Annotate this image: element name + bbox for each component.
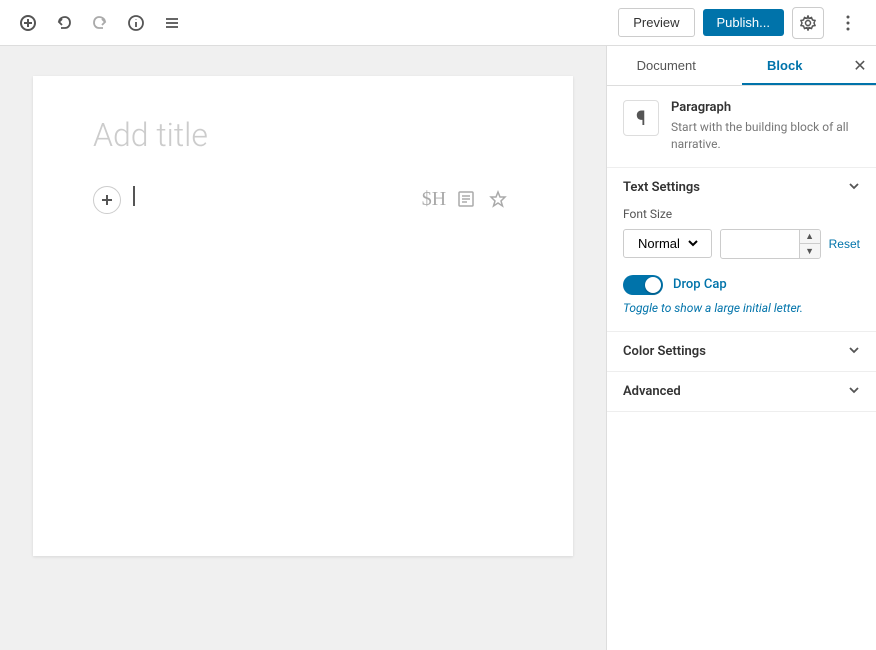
sidebar-panel: Document Block ✕ ¶ Paragraph Start with …	[606, 46, 876, 650]
color-settings-section: Color Settings	[607, 332, 876, 372]
list-view-button[interactable]	[156, 7, 188, 39]
text-settings-content: Font Size Normal Small Medium Large Larg…	[607, 207, 876, 331]
star-format-button[interactable]	[483, 184, 513, 214]
spinner-up-button[interactable]: ▲	[800, 230, 820, 244]
editor-area[interactable]: Add title $H	[0, 46, 606, 650]
text-settings-header[interactable]: Text Settings	[607, 168, 876, 207]
add-block-toolbar-button[interactable]	[12, 7, 44, 39]
advanced-title: Advanced	[623, 384, 681, 399]
font-size-row: Normal Small Medium Large Larger ▲ ▼	[623, 229, 860, 259]
tab-document[interactable]: Document	[607, 46, 726, 85]
preview-button[interactable]: Preview	[618, 8, 694, 37]
block-type-description: Start with the building block of all nar…	[671, 119, 860, 153]
color-settings-title: Color Settings	[623, 344, 706, 359]
toolbar-right-group: Preview Publish...	[618, 7, 864, 39]
editor-page[interactable]: Add title $H	[33, 76, 573, 556]
undo-button[interactable]	[48, 7, 80, 39]
more-format-button[interactable]	[451, 184, 481, 214]
text-settings-chevron-icon	[848, 180, 860, 195]
block-type-name: Paragraph	[671, 100, 860, 115]
font-size-select-wrapper[interactable]: Normal Small Medium Large Larger	[623, 229, 712, 258]
publish-button[interactable]: Publish...	[703, 9, 784, 36]
font-size-reset-button[interactable]: Reset	[829, 232, 860, 256]
drop-cap-toggle[interactable]	[623, 275, 663, 295]
drop-cap-row: Drop Cap	[623, 275, 860, 295]
redo-button[interactable]	[84, 7, 116, 39]
block-type-icon: ¶	[623, 100, 659, 136]
text-settings-section: Text Settings Font Size Normal Small Med…	[607, 168, 876, 332]
more-options-button[interactable]	[832, 7, 864, 39]
drop-cap-description: Toggle to show a large initial letter.	[623, 301, 860, 315]
tab-indicator	[742, 83, 876, 85]
advanced-section: Advanced	[607, 372, 876, 412]
advanced-header[interactable]: Advanced	[607, 372, 876, 411]
sidebar-tabs: Document Block ✕	[607, 46, 876, 86]
spinner-down-button[interactable]: ▼	[800, 244, 820, 258]
text-cursor	[133, 186, 135, 206]
format-toolbar: $H	[419, 184, 513, 214]
sidebar-close-button[interactable]: ✕	[844, 50, 876, 82]
text-settings-title: Text Settings	[623, 180, 700, 195]
font-size-select[interactable]: Normal Small Medium Large Larger	[634, 235, 701, 252]
editor-content: $H	[93, 184, 513, 224]
drop-cap-label: Drop Cap	[673, 277, 727, 292]
block-info-section: ¶ Paragraph Start with the building bloc…	[607, 86, 876, 168]
block-info-text: Paragraph Start with the building block …	[671, 100, 860, 153]
font-size-number-input-wrapper: ▲ ▼	[720, 229, 821, 259]
settings-button[interactable]	[792, 7, 824, 39]
color-settings-header[interactable]: Color Settings	[607, 332, 876, 371]
info-button[interactable]	[120, 7, 152, 39]
tab-block[interactable]: Block	[726, 46, 845, 85]
add-block-inline-button[interactable]	[93, 186, 121, 214]
font-size-label: Font Size	[623, 207, 860, 221]
color-settings-chevron-icon	[848, 344, 860, 359]
toggle-knob	[645, 277, 661, 293]
dropcap-format-button[interactable]: $H	[419, 184, 449, 214]
title-placeholder[interactable]: Add title	[93, 116, 513, 154]
advanced-chevron-icon	[848, 384, 860, 399]
main-content: Add title $H	[0, 46, 876, 650]
font-size-number-input[interactable]	[721, 231, 799, 256]
toolbar-left-group	[12, 7, 188, 39]
number-spinners: ▲ ▼	[799, 230, 820, 258]
main-toolbar: Preview Publish...	[0, 0, 876, 46]
